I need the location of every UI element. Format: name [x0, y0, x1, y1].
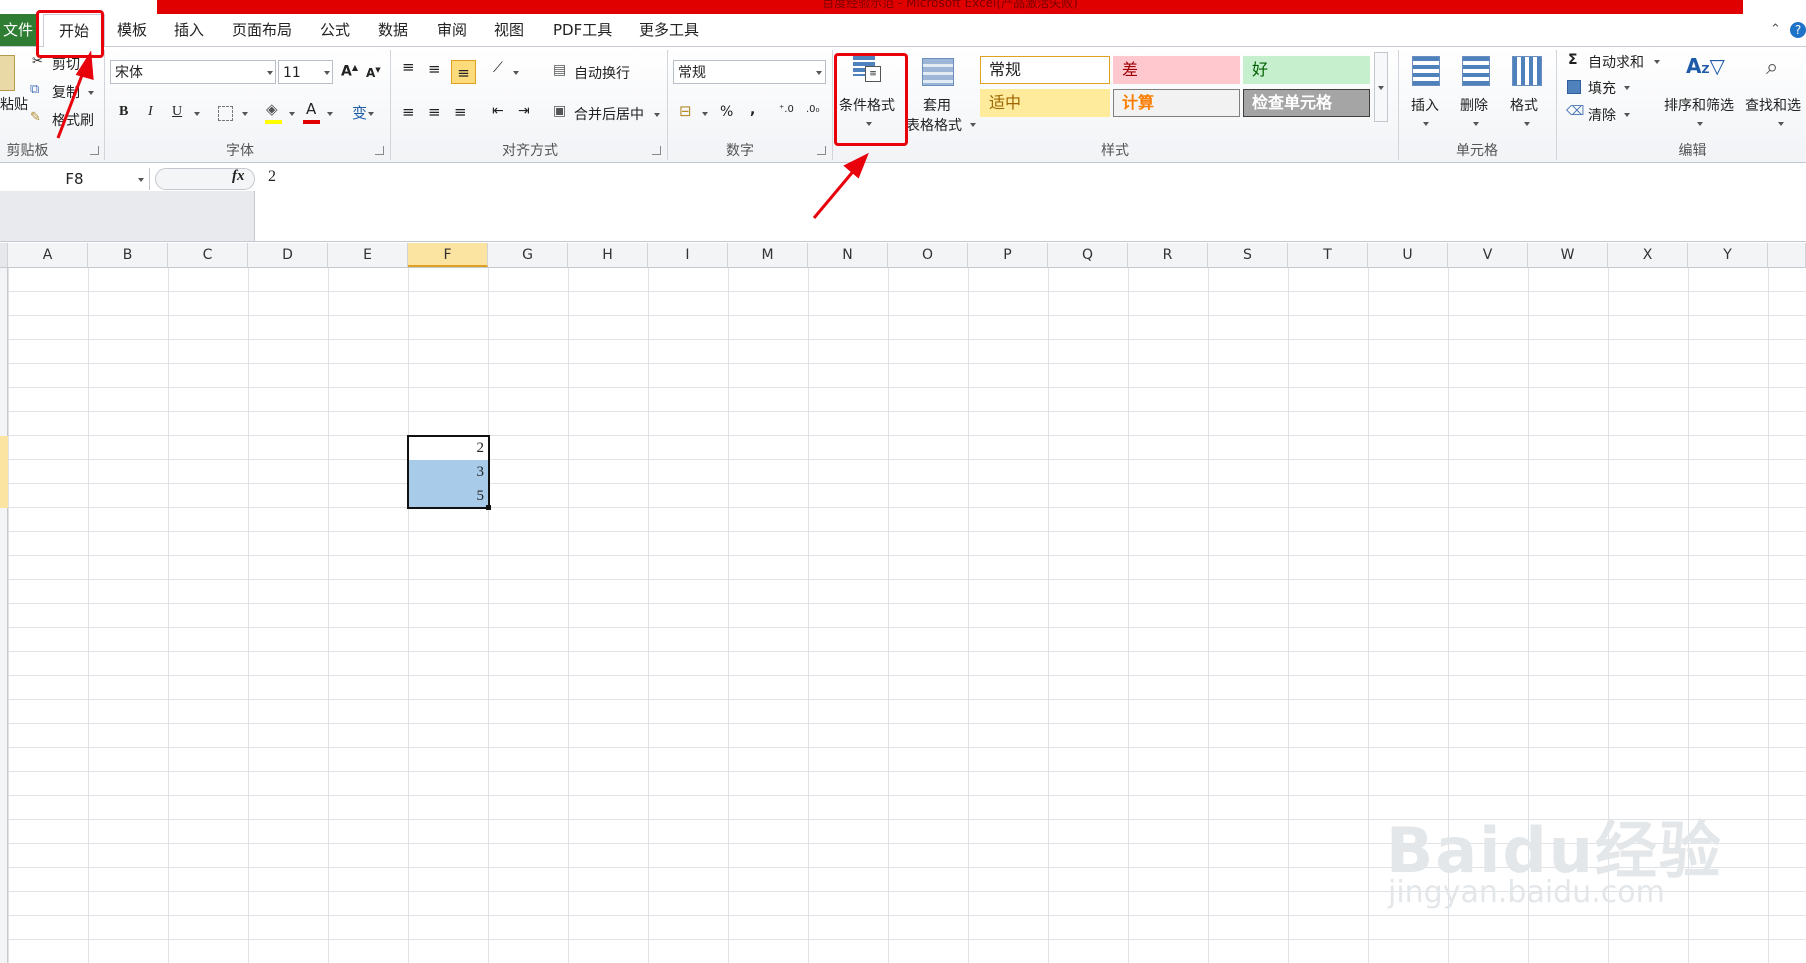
watermark-url: jingyan.baidu.com [1388, 875, 1665, 910]
arrow-to-conditional-format [812, 167, 858, 219]
arrow-head-home [75, 50, 94, 81]
arrow-head-conditional [843, 152, 869, 179]
arrow-to-home [56, 69, 86, 139]
